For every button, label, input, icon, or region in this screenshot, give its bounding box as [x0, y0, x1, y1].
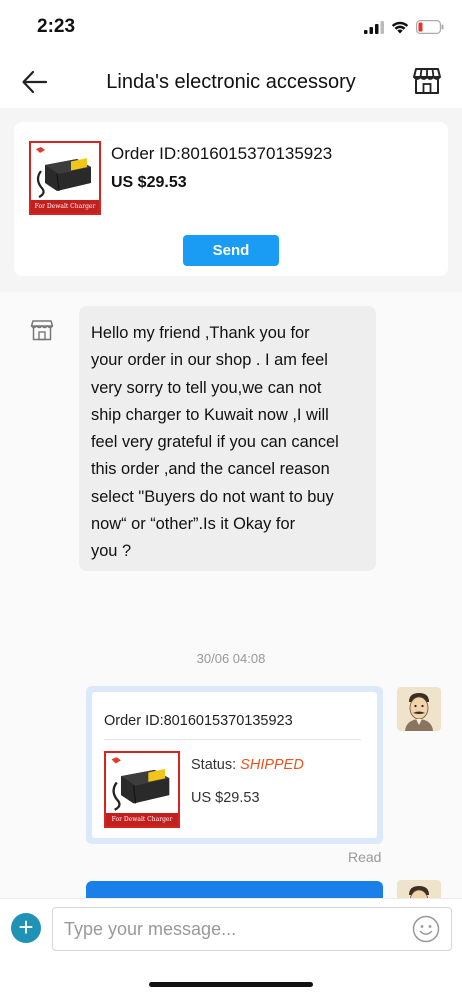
emoji-icon[interactable] — [412, 915, 440, 943]
order-message-price: US $29.53 — [191, 790, 260, 806]
user-avatar-icon — [397, 687, 441, 731]
order-message-card: Order ID:8016015370135923 For Dewalt Cha… — [92, 692, 377, 838]
avatar — [397, 687, 441, 731]
thumb-label: For Dewalt Charger — [106, 813, 178, 826]
message-input-bar: + — [0, 898, 462, 1000]
status-bar: 2:23 — [0, 0, 462, 56]
order-message-id: Order ID:8016015370135923 — [104, 713, 293, 729]
battery-low-icon — [416, 20, 444, 34]
message-input[interactable] — [52, 907, 452, 951]
chat-header: Linda's electronic accessory — [0, 56, 462, 108]
read-receipt: Read — [348, 849, 382, 865]
order-id: Order ID:8016015370135923 — [111, 144, 333, 163]
storefront-icon[interactable] — [412, 66, 442, 96]
chat-area[interactable]: For Dewalt Charger Order ID:801601537013… — [0, 108, 462, 898]
status-badge: SHIPPED — [240, 757, 304, 773]
message-timestamp: 30/06 04:08 — [196, 651, 266, 666]
thumb-label: For Dewalt Charger — [31, 200, 99, 213]
wifi-icon — [391, 21, 409, 34]
cellular-signal-icon — [364, 20, 384, 34]
order-card: For Dewalt Charger Order ID:801601537013… — [14, 122, 448, 276]
product-thumbnail[interactable]: For Dewalt Charger — [29, 141, 101, 215]
order-message-bubble[interactable]: Order ID:8016015370135923 For Dewalt Cha… — [86, 686, 383, 844]
divider — [104, 739, 361, 740]
status-label: Status: — [191, 757, 241, 773]
outgoing-message-bubble[interactable] — [86, 881, 383, 898]
home-indicator — [149, 982, 313, 987]
send-order-button[interactable]: Send — [183, 235, 279, 266]
avatar — [397, 880, 441, 898]
order-price: US $29.53 — [111, 174, 187, 191]
product-thumbnail[interactable]: For Dewalt Charger — [104, 751, 180, 828]
arrow-left-icon[interactable] — [20, 68, 50, 96]
charger-image-icon — [111, 757, 170, 811]
plus-icon[interactable]: + — [11, 913, 41, 943]
user-avatar-icon — [397, 880, 441, 898]
shop-avatar-icon — [30, 320, 54, 341]
page-title: Linda's electronic accessory — [106, 71, 356, 93]
status-time: 2:23 — [37, 16, 76, 37]
order-status: Status: SHIPPED — [191, 757, 304, 773]
status-icons — [364, 20, 444, 34]
seller-message-bubble: Hello my friend ,Thank you for your orde… — [79, 306, 376, 571]
charger-image-icon — [36, 147, 91, 198]
